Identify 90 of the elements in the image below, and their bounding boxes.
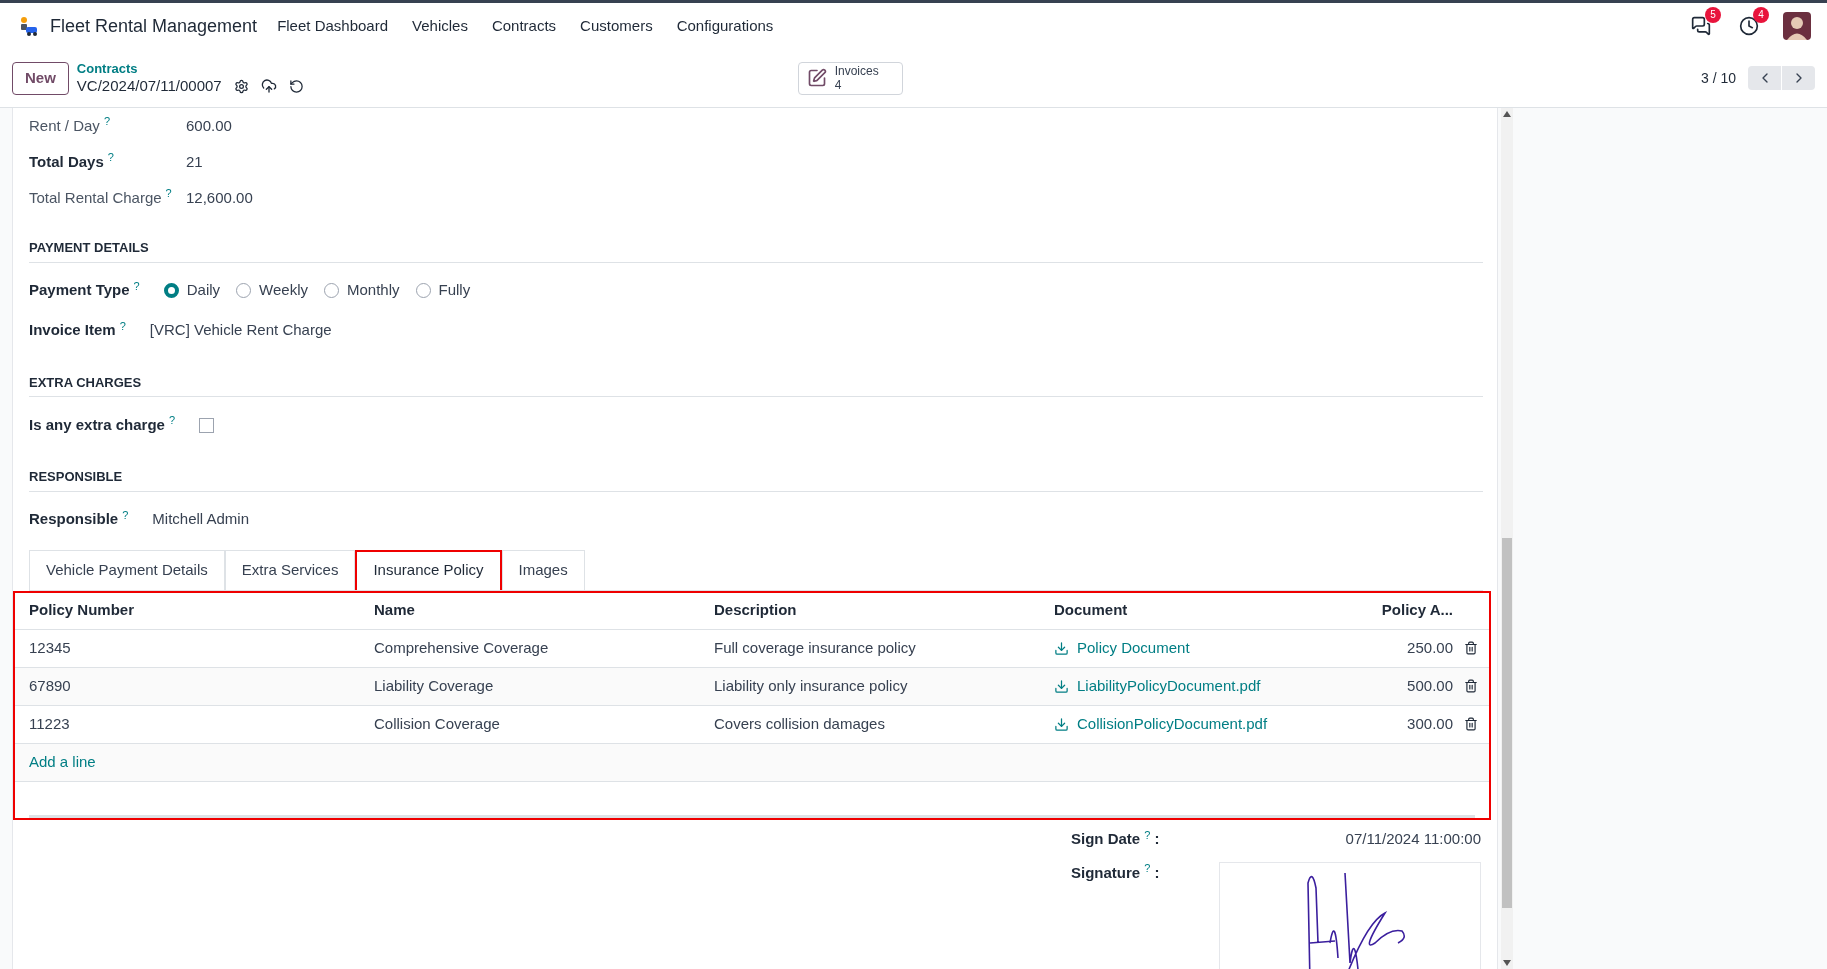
column-header[interactable]: Name [374,599,714,622]
table-cell-text: 300.00 [1406,713,1453,734]
notification-badge: 4 [1753,7,1769,23]
radio-label: Daily [186,280,221,301]
download-icon[interactable] [1054,678,1069,694]
column-header[interactable]: Policy A... [1333,599,1453,622]
checkbox[interactable] [199,417,215,433]
field-value: 12,600.00 [186,187,253,208]
settings-icon[interactable] [233,78,249,94]
menu-item[interactable]: Customers [580,14,653,38]
field-label: Is any extra charge $^{?}$ [29,413,176,435]
radio-label: Monthly [346,280,400,301]
edit-icon [806,68,827,88]
invoices-smart-button[interactable]: Invoices 4 [797,61,903,95]
help-mark[interactable]: ? [122,508,129,521]
trash-icon[interactable] [1464,679,1478,693]
radio-button[interactable] [236,283,252,298]
breadcrumb-link[interactable]: Contracts [76,60,304,77]
field-value: Mitchell Admin [152,509,249,530]
table-cell-text: Collision Coverage [374,713,501,734]
table-cell-text: Liability only insurance policy [714,675,909,696]
table-cell-text: 67890 [29,675,72,696]
help-mark[interactable]: ? [168,414,176,427]
radio-label: Fully [438,280,471,301]
new-button[interactable]: New [12,61,69,95]
field-label: Responsible $^{?}$ [29,508,129,530]
help-mark[interactable]: ? [107,151,114,164]
field-value: 07/11/2024 11:00:00 [1345,829,1481,850]
menu-item[interactable]: Contracts [491,14,557,38]
menu-item[interactable]: Configurations [676,14,774,38]
pager-value: 3 / 10 [1700,68,1736,88]
clock-icon[interactable] [1739,16,1759,36]
column-header[interactable]: Document [1054,599,1333,622]
tab[interactable]: Extra Services [224,549,356,590]
table-cell-text: Full coverage insurance policy [714,637,917,658]
avatar[interactable] [1783,12,1811,40]
undo-icon[interactable] [288,78,304,94]
tab[interactable]: Images [501,549,585,590]
field-value: 600.00 [186,115,232,136]
scroll-down-icon[interactable] [1503,960,1511,966]
add-line-link[interactable]: Add a line [29,750,96,774]
tab[interactable]: Vehicle Payment Details [29,549,225,590]
field-value: 21 [186,151,203,172]
table-cell-text: Comprehensive Coverage [374,637,550,658]
help-mark[interactable]: ? [165,187,172,200]
field-label: Total Rental Charge $^{?}$ [29,186,173,208]
field-label: Rent / Day $^{?}$ [29,114,111,136]
scroll-up-icon[interactable] [1503,111,1511,117]
document-link[interactable]: CollisionPolicyDocument.pdf [1077,712,1268,736]
document-link[interactable]: Policy Document [1077,636,1190,660]
section-title: EXTRA CHARGES [29,372,1483,397]
table-cell-text: Covers collision damages [714,713,886,734]
table-cell-text: 11223 [29,713,71,734]
field-label: Payment Type $^{?}$ [29,279,140,301]
radio-button[interactable] [415,283,431,298]
help-mark[interactable]: ? [1144,862,1151,874]
scrollbar[interactable] [1501,108,1513,969]
download-icon[interactable] [1054,716,1069,732]
table-cell-text: 12345 [29,637,72,658]
field-label: Total Days $^{?}$ [29,150,115,172]
help-mark[interactable]: ? [1144,828,1151,841]
field-label: Invoice Item $^{?}$ [29,319,126,341]
tab[interactable]: Insurance Policy [355,549,502,590]
field-label: Sign Date $^{?}$ : [1071,828,1161,850]
help-mark[interactable]: ? [119,319,126,332]
download-icon[interactable] [1054,640,1069,656]
trash-icon[interactable] [1464,717,1478,731]
table-cell-text: 250.00 [1406,637,1453,658]
radio-button[interactable] [323,283,339,298]
app-title[interactable]: Fleet Rental Management [50,12,258,40]
section-title: RESPONSIBLE [29,467,1483,492]
chat-icon[interactable] [1691,16,1711,36]
field-value: [VRC] Vehicle Rent Charge [149,320,332,341]
section-title: PAYMENT DETAILS [29,238,1483,263]
help-mark[interactable]: ? [133,279,140,292]
trash-icon[interactable] [1464,641,1478,655]
table-cell-text: Liability Coverage [374,675,495,696]
cloud-upload-icon[interactable] [260,78,277,95]
menu-item[interactable]: Vehicles [412,14,468,38]
table-cell-text: 500.00 [1406,675,1453,696]
document-link[interactable]: LiabilityPolicyDocument.pdf [1077,674,1261,698]
menu-item[interactable]: Fleet Dashboard [277,14,389,38]
radio-label: Weekly [259,280,308,301]
radio-button[interactable] [163,283,179,298]
column-header[interactable]: Policy Number [29,599,374,622]
column-header[interactable]: Description [714,599,1054,622]
record-title: VC/2024/07/11/00007 [76,76,222,96]
field-label: Signature $^{?}$ : [1071,861,1161,883]
help-mark[interactable]: ? [103,115,110,128]
notification-badge: 5 [1705,7,1721,23]
